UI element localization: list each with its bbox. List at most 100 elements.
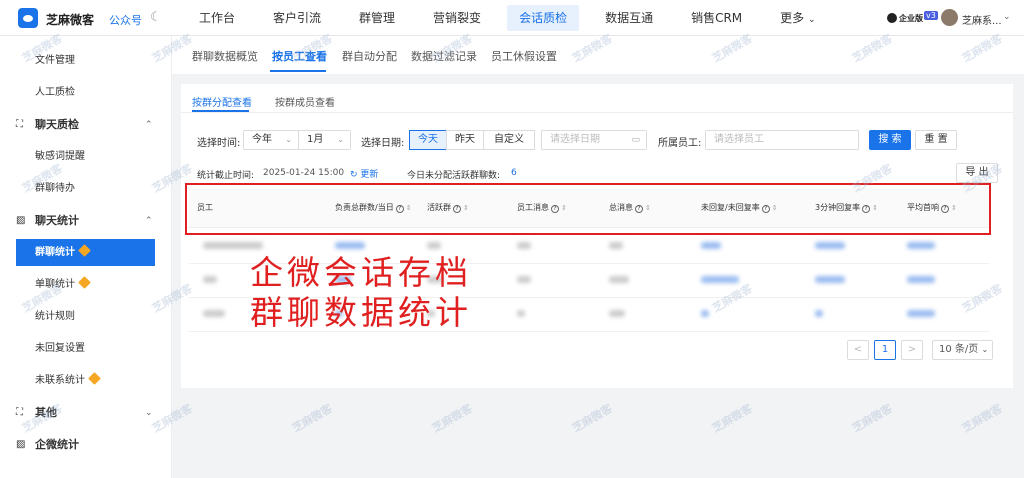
- blurred-cell: [907, 276, 935, 283]
- sidebar-item-group-todo[interactable]: 群聊待办: [0, 174, 172, 204]
- date-yesterday-button[interactable]: 昨天: [446, 130, 484, 150]
- brand-name: 芝麻微客: [46, 13, 95, 27]
- tab-filter-log[interactable]: 数据过滤记录: [411, 48, 477, 64]
- sidebar-item-manual-check[interactable]: 人工质检: [0, 78, 172, 108]
- nav-item[interactable]: 销售CRM: [672, 0, 761, 36]
- time-label: 选择时间:: [197, 138, 241, 149]
- sidebar-group-chat-check[interactable]: ⛶ 聊天质检 ⌃: [0, 110, 172, 140]
- watermark: 芝麻微客: [569, 401, 615, 436]
- sidebar-group-label: 企微统计: [35, 438, 79, 451]
- tab-overview[interactable]: 群聊数据概览: [192, 48, 258, 64]
- nav-item[interactable]: 营销裂变: [414, 0, 500, 36]
- sidebar-item-single-stats[interactable]: 单聊统计: [0, 270, 172, 300]
- sidebar-group-other[interactable]: ⛶ 其他 ⌄: [0, 398, 172, 428]
- chevron-up-icon: ⌃: [145, 216, 153, 226]
- blurred-cell: [517, 276, 531, 283]
- staff-label: 所属员工:: [658, 138, 702, 149]
- chevron-up-icon: ⌃: [145, 120, 153, 130]
- user-name[interactable]: 芝麻系...: [962, 12, 1002, 27]
- avatar[interactable]: [941, 9, 958, 26]
- nav-item[interactable]: 数据互通: [586, 0, 672, 36]
- watermark: 芝麻微客: [429, 401, 475, 436]
- chart-icon: ▨: [16, 439, 26, 450]
- page-size-select[interactable]: 10 条/页 ⌄: [932, 340, 993, 360]
- refresh-icon: ↻: [350, 170, 358, 180]
- edition-icon: [887, 13, 897, 23]
- scan-icon: ⛶: [16, 407, 23, 418]
- sidebar-item-label: 文件管理: [35, 55, 75, 66]
- moon-icon[interactable]: ☾: [150, 10, 162, 25]
- sidebar-item-stat-rules[interactable]: 统计规则: [0, 302, 172, 332]
- blurred-cell: [907, 242, 935, 249]
- page-1-button[interactable]: 1: [874, 340, 896, 360]
- refresh-label: 更新: [360, 170, 379, 180]
- date-custom-button[interactable]: 自定义: [483, 130, 535, 150]
- sidebar-item-sensitive[interactable]: 敏感词提醒: [0, 142, 172, 172]
- staff-input[interactable]: 请选择员工: [705, 130, 859, 150]
- date-label: 选择日期:: [361, 138, 405, 149]
- sidebar-item-label: 人工质检: [35, 87, 75, 98]
- blurred-cell: [609, 310, 625, 317]
- logo-icon: [18, 8, 38, 28]
- prev-page-button[interactable]: <: [847, 340, 869, 360]
- nav-item-active[interactable]: 会话质检: [507, 5, 580, 31]
- sidebar-item-label: 群聊待办: [35, 183, 75, 194]
- page-size-value: 10 条/页: [939, 344, 979, 355]
- sidebar-item-uncontacted[interactable]: 未联系统计: [0, 366, 172, 396]
- vip-gem-icon: [78, 244, 91, 257]
- month-select[interactable]: 1月 ⌄: [298, 130, 351, 150]
- sidebar-group-chat-stats[interactable]: ▨ 聊天统计 ⌃: [0, 206, 172, 236]
- search-button[interactable]: 搜 索: [869, 130, 911, 150]
- blurred-cell: [701, 242, 721, 249]
- tab-auto-assign[interactable]: 群自动分配: [342, 48, 397, 64]
- unassigned-label: 今日未分配活跃群聊数:: [407, 171, 501, 181]
- year-select[interactable]: 今年 ⌄: [243, 130, 299, 150]
- month-value: 1月: [307, 134, 324, 145]
- sidebar: 文件管理 人工质检 ⛶ 聊天质检 ⌃ 敏感词提醒 群聊待办 ▨ 聊天统计 ⌃ 群聊统计 …: [0, 36, 172, 478]
- blurred-cell: [815, 276, 845, 283]
- edition-label: 企业版: [899, 13, 923, 23]
- gzh-link[interactable]: 公众号: [109, 12, 142, 28]
- watermark: 芝麻微客: [849, 401, 895, 436]
- date-today-button[interactable]: 今天: [409, 130, 447, 150]
- blurred-cell: [203, 310, 225, 317]
- blurred-cell: [609, 276, 629, 283]
- active-tab-indicator: [270, 70, 326, 72]
- export-button[interactable]: 导 出: [956, 163, 998, 183]
- divider: [181, 112, 1013, 113]
- blurred-cell: [815, 310, 823, 317]
- reset-button[interactable]: 重 置: [915, 130, 957, 150]
- unassigned-count[interactable]: 6: [511, 168, 517, 178]
- main-nav: 工作台 客户引流 群管理 营销裂变 会话质检 数据互通 销售CRM 更多 ⌄: [180, 0, 835, 36]
- blurred-cell: [203, 276, 217, 283]
- vip-gem-icon: [88, 372, 101, 385]
- refresh-link[interactable]: ↻ 更新: [350, 167, 378, 180]
- sidebar-item-file[interactable]: 文件管理: [0, 46, 172, 76]
- watermark: 芝麻微客: [709, 401, 755, 436]
- blurred-cell: [609, 242, 623, 249]
- chevron-down-icon: ⌄: [808, 15, 816, 25]
- tab-by-staff[interactable]: 按员工查看: [272, 48, 327, 64]
- nav-more[interactable]: 更多 ⌄: [761, 0, 834, 36]
- top-bar: 芝麻微客 公众号 ☾ 工作台 客户引流 群管理 营销裂变 会话质检 数据互通 销…: [0, 0, 1024, 36]
- sidebar-group-wecom-stats[interactable]: ▨ 企微统计: [0, 430, 172, 460]
- tab-by-member[interactable]: 按群成员查看: [275, 94, 335, 109]
- sidebar-item-label: 未联系统计: [35, 375, 85, 386]
- vip-gem-icon: [78, 276, 91, 289]
- tab-by-group[interactable]: 按群分配查看: [192, 94, 252, 109]
- year-value: 今年: [252, 134, 272, 145]
- sidebar-item-group-stats[interactable]: 群聊统计: [16, 239, 155, 266]
- chevron-down-icon[interactable]: ⌄: [1003, 12, 1011, 22]
- next-page-button[interactable]: >: [901, 340, 923, 360]
- highlight-box: [185, 183, 991, 235]
- tab-leave-settings[interactable]: 员工休假设置: [491, 48, 557, 64]
- nav-item[interactable]: 客户引流: [254, 0, 340, 36]
- calendar-icon: ▭: [631, 135, 640, 145]
- date-placeholder: 请选择日期: [550, 134, 600, 145]
- date-picker-input[interactable]: 请选择日期 ▭: [541, 130, 647, 150]
- nav-item[interactable]: 群管理: [340, 0, 414, 36]
- sub-tabs: 群聊数据概览 按员工查看 群自动分配 数据过滤记录 员工休假设置: [172, 36, 1024, 74]
- sidebar-item-no-reply[interactable]: 未回复设置: [0, 334, 172, 364]
- nav-item[interactable]: 工作台: [180, 0, 254, 36]
- sidebar-item-label: 群聊统计: [35, 247, 75, 258]
